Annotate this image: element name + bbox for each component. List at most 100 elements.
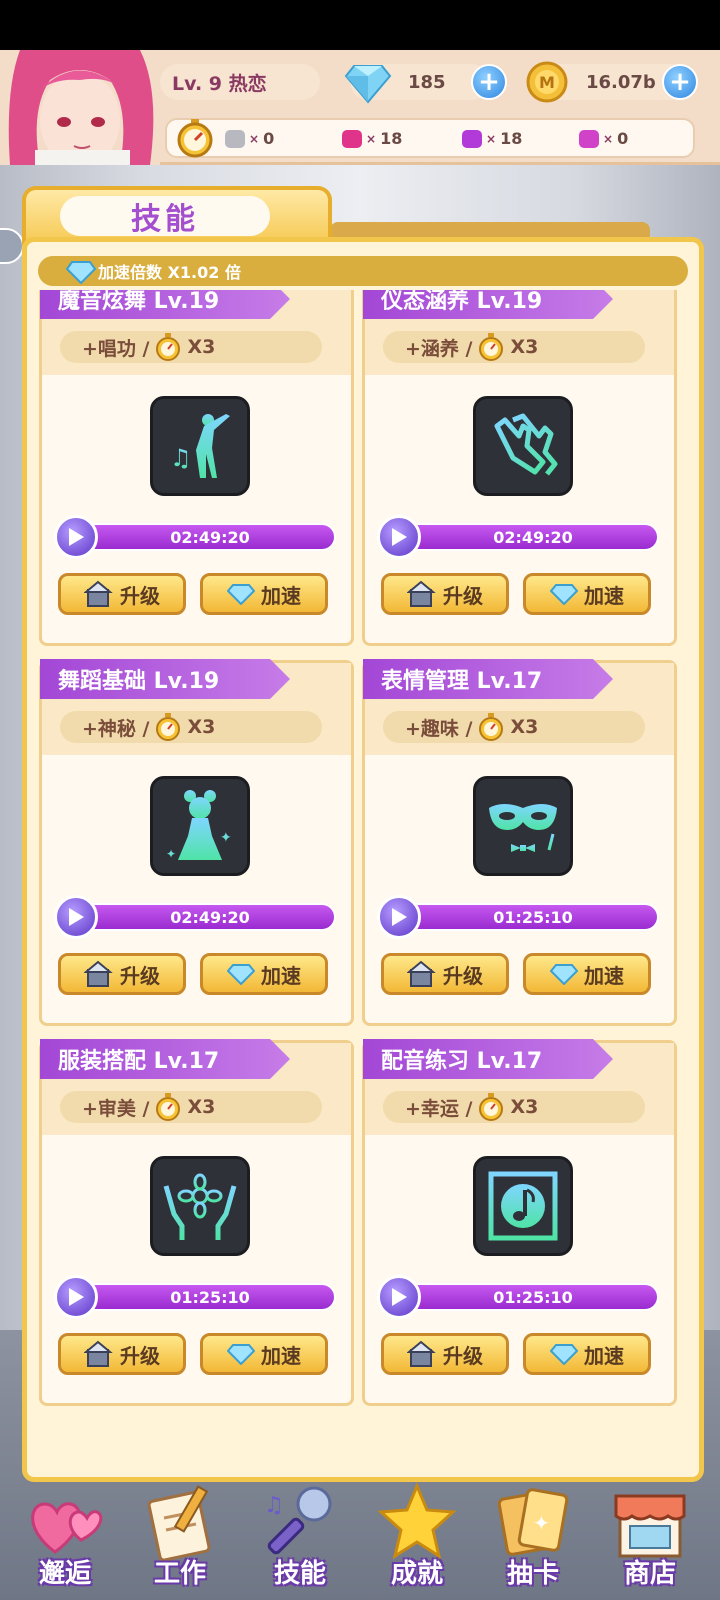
skill-title: 舞蹈基础 Lv.19 <box>40 659 290 699</box>
upgrade-button[interactable]: 升级 <box>381 573 509 615</box>
upgrade-label: 升级 <box>443 1343 483 1368</box>
ticket-count: 0 <box>263 129 275 148</box>
mask-bowtie-icon[interactable] <box>473 776 573 876</box>
bonus-multiplier: X3 <box>187 1096 216 1118</box>
diamond-icon <box>66 261 96 284</box>
flower-hands-icon[interactable] <box>150 1156 250 1256</box>
stopwatch-icon <box>479 1093 504 1121</box>
nav-shop[interactable]: 商店 <box>595 1482 705 1594</box>
upgrade-label: 升级 <box>120 963 160 988</box>
speedup-label: 加速 <box>261 1343 301 1368</box>
pink-ticket-icon <box>342 129 362 148</box>
hearts-icon <box>31 1502 103 1554</box>
ticket-x: × <box>366 131 377 146</box>
speedup-button[interactable]: 加速 <box>200 953 328 995</box>
skill-bonus: +神秘 / X3 <box>60 711 322 743</box>
music-note-icon[interactable] <box>473 1156 573 1256</box>
svg-text:✦: ✦ <box>533 1511 550 1535</box>
bonus-label: +涵养 / <box>405 337 473 360</box>
nav-label: 邂逅 <box>38 1559 91 1589</box>
ticket-pink: × 18 <box>342 129 402 148</box>
bonus-label: +幸运 / <box>405 1097 473 1120</box>
avatar[interactable] <box>0 50 160 165</box>
girl-silhouette-icon[interactable]: ✦ ✦ <box>150 776 250 876</box>
ticket-bar: × 0 × 18 × 18 × 0 <box>165 118 695 158</box>
nav-label: 商店 <box>623 1559 676 1589</box>
skill-title: 服装搭配 Lv.17 <box>40 1039 290 1079</box>
gloves-icon[interactable] <box>473 396 573 496</box>
ticket-gray: × 0 <box>225 129 274 148</box>
panel-title: 技能 <box>60 196 270 237</box>
notebook-pen-icon <box>147 1485 211 1562</box>
purple-ticket-icon <box>462 129 482 148</box>
speedup-label: 加速 <box>261 963 301 988</box>
play-icon[interactable] <box>377 895 421 939</box>
level-label: Lv. 9 热恋 <box>172 72 267 95</box>
timer-bar: 01:25:10 <box>407 903 659 931</box>
nav-gacha[interactable]: ✦ 抽卡 <box>478 1482 588 1594</box>
skill-bonus: +涵养 / X3 <box>383 331 645 363</box>
play-icon[interactable] <box>377 1275 421 1319</box>
upgrade-button[interactable]: 升级 <box>381 1333 509 1375</box>
upgrade-label: 升级 <box>443 963 483 988</box>
speedup-label: 加速 <box>584 1343 624 1368</box>
skill-title: 配音练习 Lv.17 <box>363 1039 613 1079</box>
skill-title: 表情管理 Lv.17 <box>363 659 613 699</box>
speed-multiplier-label: 加速倍数 X1.02 倍 <box>98 263 241 282</box>
speedup-button[interactable]: 加速 <box>523 953 651 995</box>
ticket-x: × <box>249 131 260 146</box>
play-icon[interactable] <box>54 1275 98 1319</box>
add-coins-button[interactable]: + <box>662 64 698 100</box>
upgrade-button[interactable]: 升级 <box>381 953 509 995</box>
speedup-button[interactable]: 加速 <box>523 573 651 615</box>
speedup-button[interactable]: 加速 <box>523 1333 651 1375</box>
add-diamonds-button[interactable]: + <box>471 64 507 100</box>
ticket-purple: × 18 <box>462 129 522 148</box>
speedup-button[interactable]: 加速 <box>200 573 328 615</box>
upgrade-button[interactable]: 升级 <box>58 573 186 615</box>
upgrade-button[interactable]: 升级 <box>58 953 186 995</box>
timer-bar: 02:49:20 <box>407 523 659 551</box>
diamond-icon <box>227 1344 255 1365</box>
play-icon[interactable] <box>54 515 98 559</box>
ticket-count: 18 <box>500 129 523 148</box>
upgrade-icon <box>84 580 113 607</box>
skill-timer: 02:49:20 <box>54 895 336 939</box>
svg-text:✦: ✦ <box>166 847 176 861</box>
nav-skills[interactable]: ♫ 技能 <box>245 1482 355 1594</box>
bonus-multiplier: X3 <box>510 336 539 358</box>
upgrade-label: 升级 <box>443 583 483 608</box>
skill-title: 魔音炫舞 Lv.19 <box>40 290 290 319</box>
upgrade-icon <box>407 960 436 987</box>
upgrade-button[interactable]: 升级 <box>58 1333 186 1375</box>
stopwatch-icon <box>479 333 504 361</box>
nav-work[interactable]: 工作 <box>125 1482 235 1594</box>
skill-card: 仪态涵养 Lv.19 +涵养 / X3 02:49:20 升级 加速 <box>362 290 677 646</box>
play-icon[interactable] <box>54 895 98 939</box>
nav-label: 抽卡 <box>506 1559 559 1589</box>
stopwatch-icon <box>177 119 213 158</box>
skill-title: 仪态涵养 Lv.19 <box>363 290 613 319</box>
diamond-icon <box>227 964 255 985</box>
stopwatch-icon <box>156 1093 181 1121</box>
skill-card: 配音练习 Lv.17 +幸运 / X3 01:25:10 升级 加速 <box>362 1039 677 1406</box>
play-icon[interactable] <box>377 515 421 559</box>
nav-encounter[interactable]: 邂逅 <box>10 1482 120 1594</box>
dancer-music-icon[interactable]: ♫ <box>150 396 250 496</box>
skill-timer: 01:25:10 <box>377 895 659 939</box>
magenta-ticket-icon <box>579 129 599 148</box>
speed-multiplier-bar: 加速倍数 X1.02 倍 <box>38 256 688 286</box>
bonus-multiplier: X3 <box>187 716 216 738</box>
timer-bar: 02:49:20 <box>84 903 336 931</box>
skill-timer: 01:25:10 <box>377 1275 659 1319</box>
nav-achievements[interactable]: 成就 <box>362 1482 472 1594</box>
bonus-label: +审美 / <box>82 1097 150 1120</box>
skill-timer: 02:49:20 <box>377 515 659 559</box>
bonus-multiplier: X3 <box>187 336 216 358</box>
diamond-icon <box>550 584 578 605</box>
nav-label: 技能 <box>273 1559 326 1589</box>
diamond-count: 185 <box>408 71 446 93</box>
ticket-magenta: × 0 <box>579 129 628 148</box>
bonus-label: +唱功 / <box>82 337 150 360</box>
speedup-button[interactable]: 加速 <box>200 1333 328 1375</box>
